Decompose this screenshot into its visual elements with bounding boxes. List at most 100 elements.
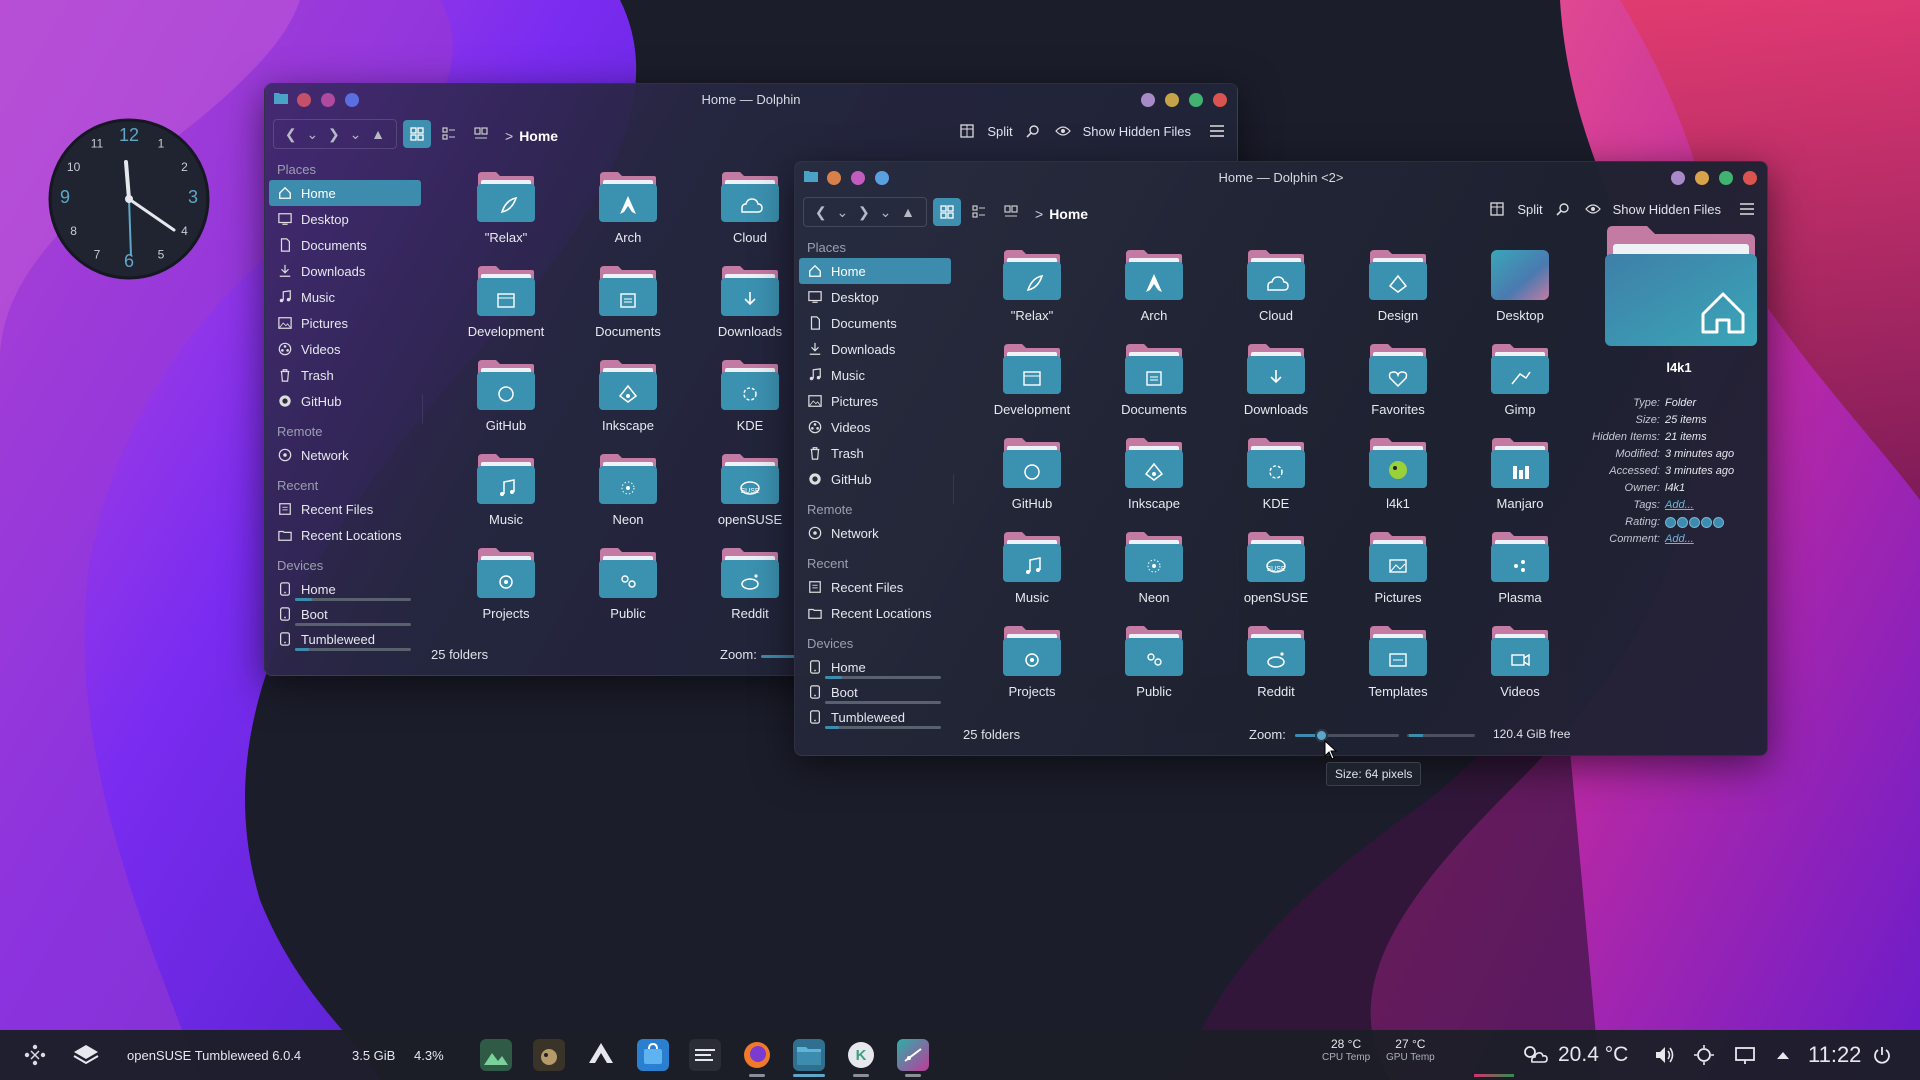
search-icon[interactable]	[1023, 121, 1043, 141]
icons-view-button[interactable]	[403, 120, 431, 148]
folder-public[interactable]: Public	[1093, 624, 1215, 718]
sidebar-item-music[interactable]: Music	[269, 284, 421, 310]
folder-videos[interactable]: Videos	[1459, 624, 1581, 718]
sidebar-device-boot[interactable]: Boot	[799, 679, 951, 704]
rating-star-icon[interactable]	[1713, 517, 1724, 528]
titlebar[interactable]: Home — Dolphin	[265, 84, 1237, 114]
sidebar-device-tumbleweed[interactable]: Tumbleweed	[799, 704, 951, 729]
folder-relax[interactable]: "Relax"	[445, 170, 567, 264]
sidebar-item-pictures[interactable]: Pictures	[799, 388, 951, 414]
rating-star-icon[interactable]	[1677, 517, 1688, 528]
folder-music[interactable]: Music	[445, 452, 567, 546]
show-hidden-files-button[interactable]: Show Hidden Files	[1613, 202, 1721, 217]
system-settings-icon[interactable]	[897, 1039, 929, 1071]
sidebar-item-recent-files[interactable]: Recent Files	[799, 574, 951, 600]
breadcrumb[interactable]: > Home	[505, 128, 558, 144]
analog-clock[interactable]: 12 1234567891011	[48, 118, 210, 280]
sidebar-item-downloads[interactable]: Downloads	[269, 258, 421, 284]
hamburger-menu-icon[interactable]	[1207, 121, 1227, 141]
split-button[interactable]: Split	[987, 124, 1012, 139]
close-button[interactable]	[1213, 93, 1227, 107]
folder-kde[interactable]: KDE	[689, 358, 811, 452]
sidebar-item-recent-locations[interactable]: Recent Locations	[799, 600, 951, 626]
folder-arch[interactable]: Arch	[567, 170, 689, 264]
folder-cloud[interactable]: Cloud	[689, 170, 811, 264]
sidebar-device-tumbleweed[interactable]: Tumbleweed	[269, 626, 421, 651]
compact-view-button[interactable]	[467, 120, 495, 148]
folder-projects[interactable]: Projects	[971, 624, 1093, 718]
sidebar-item-pictures[interactable]: Pictures	[269, 310, 421, 336]
help-icon[interactable]	[1141, 93, 1155, 107]
folder-neon[interactable]: Neon	[567, 452, 689, 546]
sidebar-device-home[interactable]: Home	[799, 654, 951, 679]
folder-github[interactable]: GitHub	[971, 436, 1093, 530]
forward-history-icon[interactable]: ⌄	[350, 126, 362, 143]
software-store-icon[interactable]	[637, 1039, 669, 1071]
night-color-icon[interactable]	[1693, 1030, 1715, 1080]
sidebar-item-videos[interactable]: Videos	[269, 336, 421, 362]
sidebar-item-desktop[interactable]: Desktop	[269, 206, 421, 232]
maximize-button[interactable]	[1719, 171, 1733, 185]
titlebar[interactable]: Home — Dolphin <2>	[795, 162, 1767, 192]
breadcrumb[interactable]: > Home	[1035, 206, 1088, 222]
folder-documents[interactable]: Documents	[1093, 342, 1215, 436]
firefox-icon[interactable]	[741, 1039, 773, 1071]
sidebar-device-boot[interactable]: Boot	[269, 601, 421, 626]
add-comment-link[interactable]: Add...	[1665, 531, 1694, 548]
folder-downloads[interactable]: Downloads	[689, 264, 811, 358]
system-tray-expand-icon[interactable]	[1775, 1030, 1791, 1080]
rating-star-icon[interactable]	[1665, 517, 1676, 528]
folder-cloud[interactable]: Cloud	[1215, 248, 1337, 342]
back-history-icon[interactable]: ⌄	[836, 204, 848, 221]
folder-reddit[interactable]: Reddit	[689, 546, 811, 640]
show-hidden-files-button[interactable]: Show Hidden Files	[1083, 124, 1191, 139]
up-icon[interactable]: ▲	[901, 204, 915, 220]
folder-github[interactable]: GitHub	[445, 358, 567, 452]
image-viewer-icon[interactable]	[480, 1039, 512, 1071]
search-icon[interactable]	[1553, 199, 1573, 219]
folder-manjaro[interactable]: Manjaro	[1459, 436, 1581, 530]
folder-pictures[interactable]: Pictures	[1337, 530, 1459, 624]
eye-icon[interactable]	[1583, 199, 1603, 219]
sidebar-item-github[interactable]: GitHub	[799, 466, 951, 492]
rating-stars[interactable]	[1665, 517, 1724, 531]
terminal-icon[interactable]	[689, 1039, 721, 1071]
dolphin-window-second[interactable]: Home — Dolphin <2> ❮ ⌄ ❯ ⌄ ▲ > Home Split…	[794, 161, 1768, 756]
dolphin-taskbar-icon[interactable]	[793, 1039, 825, 1071]
panel-splitter[interactable]	[953, 474, 954, 504]
folder-relax[interactable]: "Relax"	[971, 248, 1093, 342]
power-icon[interactable]	[1872, 1030, 1892, 1080]
sidebar-item-github[interactable]: GitHub	[269, 388, 421, 414]
folder-neon[interactable]: Neon	[1093, 530, 1215, 624]
panel-splitter[interactable]	[422, 394, 423, 424]
eye-icon[interactable]	[1053, 121, 1073, 141]
rating-star-icon[interactable]	[1689, 517, 1700, 528]
display-config-icon[interactable]	[1734, 1030, 1756, 1080]
folder-plasma[interactable]: Plasma	[1459, 530, 1581, 624]
sidebar-item-network[interactable]: Network	[269, 442, 421, 468]
sidebar-item-home[interactable]: Home	[799, 258, 951, 284]
add-tags-link[interactable]: Add...	[1665, 497, 1694, 514]
sidebar-item-trash[interactable]: Trash	[799, 440, 951, 466]
rating-star-icon[interactable]	[1701, 517, 1712, 528]
folder-music[interactable]: Music	[971, 530, 1093, 624]
gimp-icon[interactable]	[533, 1039, 565, 1071]
sidebar-item-recent-locations[interactable]: Recent Locations	[269, 522, 421, 548]
folder-projects[interactable]: Projects	[445, 546, 567, 640]
folder-inkscape[interactable]: Inkscape	[1093, 436, 1215, 530]
split-icon[interactable]	[1487, 199, 1507, 219]
close-button[interactable]	[1743, 171, 1757, 185]
minimize-button[interactable]	[1695, 171, 1709, 185]
layers-icon[interactable]	[72, 1030, 100, 1080]
sidebar-item-trash[interactable]: Trash	[269, 362, 421, 388]
forward-icon[interactable]: ❯	[858, 204, 870, 221]
back-history-icon[interactable]: ⌄	[306, 126, 318, 143]
folder-documents[interactable]: Documents	[567, 264, 689, 358]
forward-icon[interactable]: ❯	[328, 126, 340, 143]
folder-development[interactable]: Development	[445, 264, 567, 358]
folder-gimp[interactable]: Gimp	[1459, 342, 1581, 436]
icons-view-button[interactable]	[933, 198, 961, 226]
minimize-button[interactable]	[1165, 93, 1179, 107]
details-view-button[interactable]	[965, 198, 993, 226]
sidebar-item-home[interactable]: Home	[269, 180, 421, 206]
